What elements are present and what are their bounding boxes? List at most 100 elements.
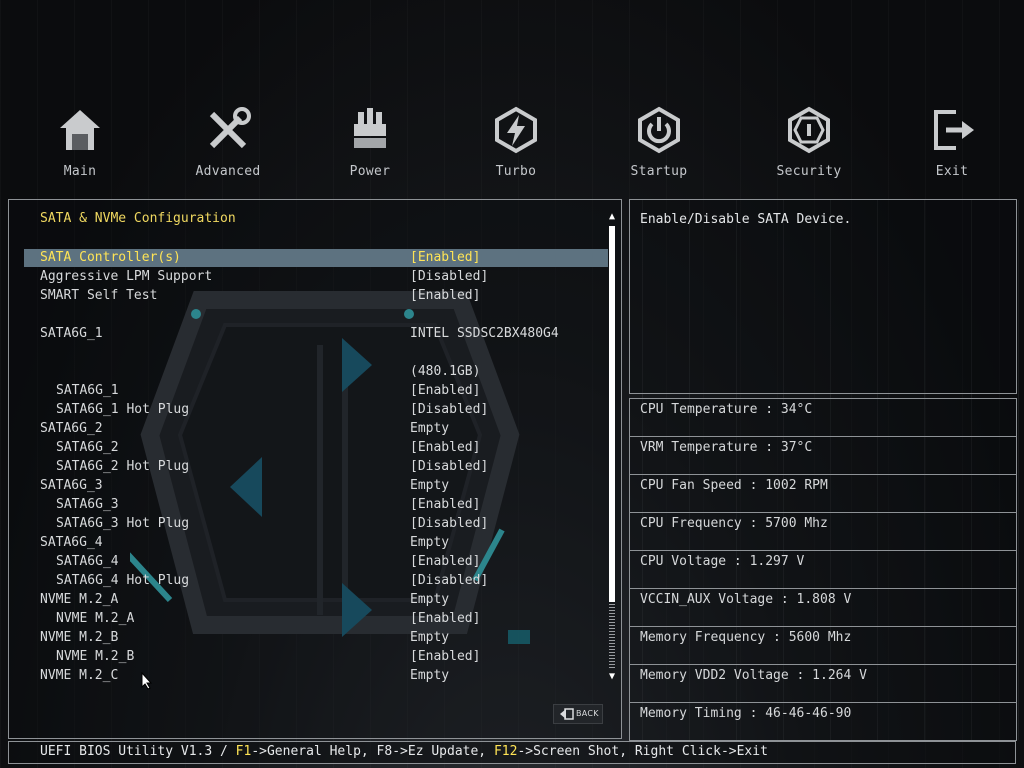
setting-value: [Enabled] bbox=[410, 383, 481, 398]
setting-value: [Disabled] bbox=[410, 573, 489, 588]
setting-row-sata6g-1[interactable]: SATA6G_1 [Enabled] bbox=[24, 382, 608, 400]
port-label: SATA6G_2 bbox=[40, 421, 103, 436]
back-button-label: BACK bbox=[576, 709, 599, 718]
setting-value: [Enabled] bbox=[410, 554, 481, 569]
stat-vccin-aux-voltage: VCCIN_AUX Voltage : 1.808 V bbox=[629, 588, 1017, 627]
setting-value: [Enabled] bbox=[410, 611, 481, 626]
setting-row-smart-self-test[interactable]: SMART Self Test [Enabled] bbox=[24, 287, 608, 305]
setting-row-sata6g-4-hot-plug[interactable]: SATA6G_4 Hot Plug [Disabled] bbox=[24, 572, 608, 590]
setting-value: [Enabled] bbox=[410, 288, 481, 303]
back-button[interactable]: BACK bbox=[553, 704, 603, 724]
power-button-icon bbox=[638, 106, 680, 154]
stat-cpu-temperature: CPU Temperature : 34°C bbox=[629, 398, 1017, 437]
setting-label: SATA6G_3 Hot Plug bbox=[56, 516, 190, 531]
port-capacity: (480.1GB) bbox=[410, 364, 481, 379]
tab-startup[interactable]: Startup bbox=[599, 100, 719, 179]
port-label: SATA6G_1 bbox=[40, 326, 103, 341]
page-title: SATA & NVMe Configuration bbox=[40, 211, 236, 226]
setting-row-sata6g-1-hot-plug[interactable]: SATA6G_1 Hot Plug [Disabled] bbox=[24, 401, 608, 419]
scroll-up-arrow-icon[interactable]: ▲ bbox=[607, 212, 617, 222]
info-row-sata6g-1-capacity: (480.1GB) bbox=[24, 363, 608, 381]
info-row-sata6g-3: SATA6G_3 Empty bbox=[24, 477, 608, 495]
setting-row-sata6g-3-hot-plug[interactable]: SATA6G_3 Hot Plug [Disabled] bbox=[24, 515, 608, 533]
stat-text: CPU Voltage : 1.297 V bbox=[640, 554, 805, 569]
stat-text: Memory Frequency : 5600 Mhz bbox=[640, 630, 852, 645]
setting-label: SATA6G_1 bbox=[56, 383, 119, 398]
stat-cpu-voltage: CPU Voltage : 1.297 V bbox=[629, 550, 1017, 589]
help-panel: Enable/Disable SATA Device. bbox=[629, 199, 1017, 394]
tab-advanced[interactable]: Advanced bbox=[168, 100, 288, 179]
setting-value: [Disabled] bbox=[410, 516, 489, 531]
setting-row-nvme-m2-b[interactable]: NVME M.2_B [Enabled] bbox=[24, 648, 608, 666]
status-bar-text: UEFI BIOS Utility V1.3 / F1->General Hel… bbox=[40, 744, 768, 759]
info-row-nvme-m2-c: NVME M.2_C Empty bbox=[24, 667, 608, 685]
port-label: NVME M.2_C bbox=[40, 668, 119, 683]
port-label: SATA6G_3 bbox=[40, 478, 103, 493]
tab-advanced-label: Advanced bbox=[195, 164, 261, 179]
setting-label: NVME M.2_B bbox=[56, 649, 135, 664]
top-menu-bar: Main Advanced Power Turbo Startup Securi… bbox=[0, 100, 1024, 186]
stat-memory-frequency: Memory Frequency : 5600 Mhz bbox=[629, 626, 1017, 665]
stat-text: VRM Temperature : 37°C bbox=[640, 440, 813, 455]
setting-label: SATA6G_4 bbox=[56, 554, 119, 569]
port-device: Empty bbox=[410, 668, 450, 683]
scroll-thumb[interactable] bbox=[609, 226, 615, 602]
shield-icon bbox=[788, 106, 830, 154]
footer-screenshot-text: ->Screen Shot, Right Click->Exit bbox=[517, 744, 768, 759]
setting-row-sata-controller[interactable]: SATA Controller(s) [Enabled] bbox=[24, 249, 608, 267]
setting-row-aggressive-lpm[interactable]: Aggressive LPM Support [Disabled] bbox=[24, 268, 608, 286]
setting-value: [Enabled] bbox=[410, 440, 481, 455]
info-row-sata6g-1: SATA6G_1 INTEL SSDSC2BX480G4 bbox=[24, 325, 608, 343]
scroll-down-arrow-icon[interactable]: ▼ bbox=[607, 672, 617, 682]
tab-exit-label: Exit bbox=[935, 164, 969, 179]
port-label: NVME M.2_B bbox=[40, 630, 119, 645]
setting-label: NVME M.2_A bbox=[56, 611, 135, 626]
setting-row-sata6g-4[interactable]: SATA6G_4 [Enabled] bbox=[24, 553, 608, 571]
setting-label: SATA6G_4 Hot Plug bbox=[56, 573, 190, 588]
setting-label: SATA6G_1 Hot Plug bbox=[56, 402, 190, 417]
port-device: INTEL SSDSC2BX480G4 bbox=[410, 326, 559, 341]
footer-prefix: UEFI BIOS Utility V1.3 / bbox=[40, 744, 236, 759]
info-row-sata6g-2: SATA6G_2 Empty bbox=[24, 420, 608, 438]
port-device: Empty bbox=[410, 592, 450, 607]
setting-row-sata6g-2-hot-plug[interactable]: SATA6G_2 Hot Plug [Disabled] bbox=[24, 458, 608, 476]
tab-turbo-label: Turbo bbox=[495, 164, 537, 179]
stat-text: VCCIN_AUX Voltage : 1.808 V bbox=[640, 592, 852, 607]
setting-value: [Disabled] bbox=[410, 459, 489, 474]
tab-turbo[interactable]: Turbo bbox=[456, 100, 576, 179]
port-device: Empty bbox=[410, 421, 450, 436]
tab-main-label: Main bbox=[63, 164, 97, 179]
setting-row-nvme-m2-a[interactable]: NVME M.2_A [Enabled] bbox=[24, 610, 608, 628]
tab-power[interactable]: Power bbox=[310, 100, 430, 179]
setting-row-sata6g-2[interactable]: SATA6G_2 [Enabled] bbox=[24, 439, 608, 457]
setting-label: SATA Controller(s) bbox=[40, 250, 181, 265]
stat-text: CPU Frequency : 5700 Mhz bbox=[640, 516, 828, 531]
setting-label: SATA6G_3 bbox=[56, 497, 119, 512]
stat-cpu-fan-speed: CPU Fan Speed : 1002 RPM bbox=[629, 474, 1017, 513]
scrollbar[interactable]: ▲ ▼ bbox=[607, 212, 617, 682]
mouse-cursor-icon bbox=[141, 672, 153, 690]
port-label: SATA6G_4 bbox=[40, 535, 103, 550]
lightning-icon bbox=[495, 106, 537, 154]
port-label: NVME M.2_A bbox=[40, 592, 119, 607]
setting-label: SMART Self Test bbox=[40, 288, 158, 303]
tab-main[interactable]: Main bbox=[20, 100, 140, 179]
stat-text: Memory VDD2 Voltage : 1.264 V bbox=[640, 668, 867, 683]
stat-cpu-frequency: CPU Frequency : 5700 Mhz bbox=[629, 512, 1017, 551]
setting-value: [Enabled] bbox=[410, 497, 481, 512]
setting-value: [Enabled] bbox=[410, 649, 481, 664]
back-arrow-icon bbox=[560, 708, 574, 720]
port-device: Empty bbox=[410, 478, 450, 493]
power-module-icon bbox=[354, 108, 386, 148]
tab-power-label: Power bbox=[349, 164, 391, 179]
tab-exit[interactable]: Exit bbox=[892, 100, 1012, 179]
exit-door-icon bbox=[934, 110, 974, 150]
settings-panel: SATA & NVMe Configuration SATA Controlle… bbox=[8, 199, 622, 739]
tab-security[interactable]: Security bbox=[749, 100, 869, 179]
stat-text: Memory Timing : 46-46-46-90 bbox=[640, 706, 852, 721]
setting-row-sata6g-3[interactable]: SATA6G_3 [Enabled] bbox=[24, 496, 608, 514]
port-device: Empty bbox=[410, 630, 450, 645]
footer-help-text: ->General Help, F8->Ez Update, bbox=[251, 744, 494, 759]
scroll-track[interactable] bbox=[609, 602, 615, 668]
setting-label: Aggressive LPM Support bbox=[40, 269, 213, 284]
